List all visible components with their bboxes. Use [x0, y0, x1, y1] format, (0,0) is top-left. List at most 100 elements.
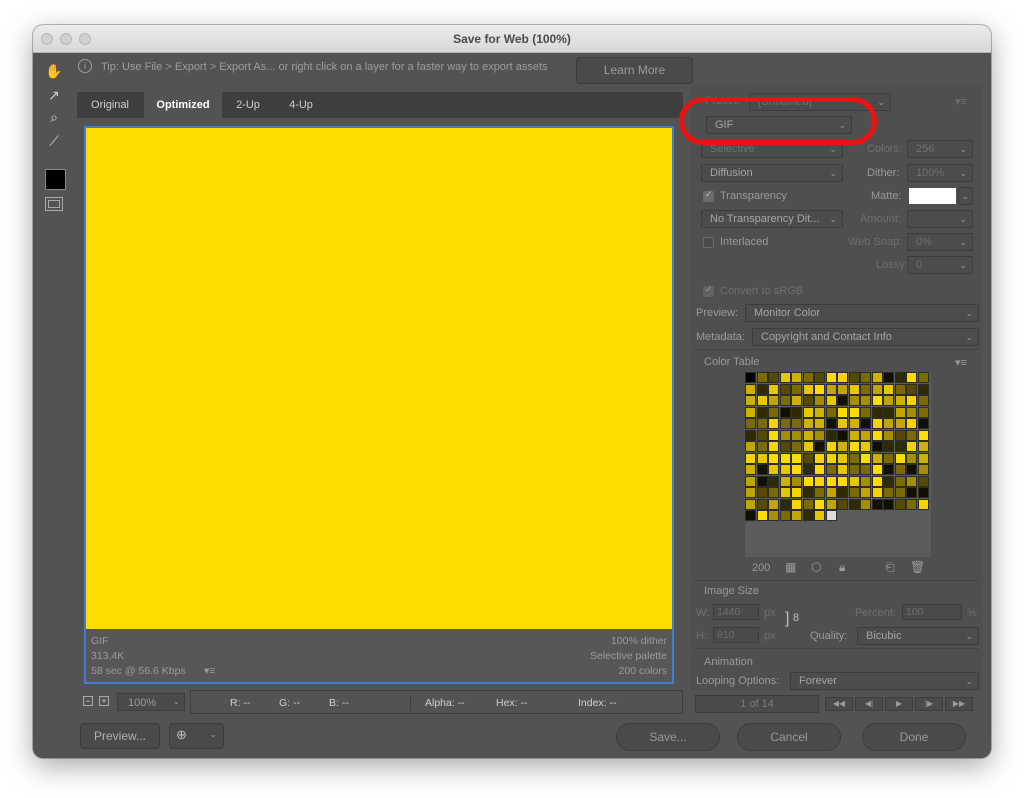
color-swatch[interactable]	[848, 395, 860, 406]
color-swatch[interactable]	[906, 418, 917, 429]
color-swatch[interactable]	[906, 383, 917, 395]
color-swatch[interactable]	[906, 464, 917, 475]
color-swatch[interactable]	[768, 452, 779, 464]
color-swatch[interactable]	[917, 441, 929, 452]
color-swatch[interactable]	[745, 498, 756, 510]
color-swatch[interactable]	[768, 441, 779, 452]
color-swatch[interactable]	[917, 452, 929, 464]
color-swatch[interactable]	[802, 406, 814, 418]
color-swatch[interactable]	[906, 429, 917, 441]
color-swatch[interactable]	[883, 395, 894, 406]
color-swatch[interactable]	[768, 395, 779, 406]
color-swatch[interactable]	[791, 464, 802, 475]
color-swatch[interactable]	[814, 464, 825, 475]
first-frame-icon[interactable]: ◀◀	[825, 697, 853, 711]
color-swatch[interactable]	[894, 452, 906, 464]
color-swatch[interactable]	[837, 498, 848, 510]
color-swatch[interactable]	[779, 441, 791, 452]
color-swatch[interactable]	[814, 395, 825, 406]
color-swatch[interactable]	[745, 441, 756, 452]
color-swatch[interactable]	[814, 510, 825, 521]
color-swatch[interactable]	[917, 406, 929, 418]
tab-optimized[interactable]: Optimized	[144, 92, 222, 118]
color-swatch[interactable]	[814, 487, 825, 498]
color-swatch[interactable]	[917, 487, 929, 498]
color-swatch[interactable]	[837, 441, 848, 452]
chain-link-icon[interactable]: 8	[793, 612, 799, 624]
color-swatch[interactable]	[802, 429, 814, 441]
color-swatch[interactable]	[883, 487, 894, 498]
color-swatch[interactable]	[917, 429, 929, 441]
color-swatch[interactable]	[871, 487, 883, 498]
lossy-select[interactable]: 0 ⌄	[907, 256, 973, 274]
color-swatch[interactable]	[894, 406, 906, 418]
color-swatch[interactable]	[860, 429, 871, 441]
color-swatch[interactable]	[779, 510, 791, 521]
color-swatch[interactable]	[825, 383, 837, 395]
color-swatch[interactable]	[802, 464, 814, 475]
dither-algorithm-select[interactable]: Diffusion ⌄	[701, 164, 843, 182]
eyedropper-tool-icon[interactable]: ⟋	[43, 131, 65, 151]
color-swatch[interactable]	[745, 418, 756, 429]
color-swatch[interactable]	[837, 383, 848, 395]
tab-4-up[interactable]: 4-Up	[274, 92, 328, 118]
color-swatch[interactable]	[779, 418, 791, 429]
zoom-out-icon[interactable]: −	[83, 696, 93, 706]
color-swatch[interactable]	[791, 372, 802, 383]
color-swatch[interactable]	[906, 395, 917, 406]
color-swatch[interactable]	[779, 464, 791, 475]
color-swatch[interactable]	[825, 487, 837, 498]
color-swatch[interactable]	[860, 475, 871, 487]
color-swatch[interactable]	[756, 510, 768, 521]
color-swatch[interactable]	[802, 510, 814, 521]
amount-select[interactable]: ⌄	[907, 210, 973, 228]
color-swatch[interactable]	[814, 498, 825, 510]
color-swatch[interactable]	[871, 441, 883, 452]
color-swatch[interactable]	[779, 487, 791, 498]
color-swatch[interactable]	[825, 418, 837, 429]
color-swatch[interactable]	[814, 452, 825, 464]
color-swatch[interactable]	[894, 383, 906, 395]
color-swatch[interactable]	[883, 406, 894, 418]
color-swatch[interactable]	[894, 441, 906, 452]
color-swatch[interactable]	[848, 441, 860, 452]
color-swatch[interactable]	[848, 429, 860, 441]
color-swatch[interactable]	[906, 441, 917, 452]
color-swatch[interactable]	[871, 383, 883, 395]
preview-color-select[interactable]: Monitor Color ⌄	[745, 304, 979, 322]
color-table-menu-icon[interactable]: ▾≡	[955, 356, 967, 369]
color-swatch[interactable]	[802, 452, 814, 464]
color-swatch[interactable]	[814, 418, 825, 429]
color-swatch[interactable]	[814, 429, 825, 441]
color-swatch[interactable]	[745, 487, 756, 498]
color-swatch[interactable]	[802, 418, 814, 429]
color-swatch[interactable]	[825, 475, 837, 487]
color-swatch[interactable]	[779, 372, 791, 383]
color-swatch[interactable]	[745, 510, 756, 521]
color-swatch[interactable]	[802, 498, 814, 510]
color-swatch[interactable]	[871, 498, 883, 510]
color-swatch[interactable]	[745, 406, 756, 418]
dither-amount-select[interactable]: 100% ⌄	[907, 164, 973, 182]
color-swatch[interactable]	[894, 395, 906, 406]
color-swatch[interactable]	[768, 475, 779, 487]
color-swatch[interactable]	[825, 498, 837, 510]
color-swatch[interactable]	[837, 406, 848, 418]
color-swatch[interactable]	[906, 452, 917, 464]
color-swatch[interactable]	[825, 464, 837, 475]
color-swatch[interactable]	[837, 475, 848, 487]
color-swatch[interactable]	[837, 372, 848, 383]
color-swatch[interactable]	[756, 383, 768, 395]
color-swatch[interactable]	[768, 418, 779, 429]
color-swatch[interactable]	[745, 395, 756, 406]
color-swatch[interactable]	[768, 372, 779, 383]
color-swatch[interactable]	[791, 475, 802, 487]
zoom-select[interactable]: 100% ⌄	[117, 693, 185, 711]
color-swatch[interactable]	[917, 395, 929, 406]
map-to-transparent-icon[interactable]: ▦	[785, 560, 796, 574]
color-swatch[interactable]	[802, 383, 814, 395]
percent-input[interactable]: 100	[902, 604, 962, 620]
color-swatch[interactable]	[791, 487, 802, 498]
color-swatch[interactable]	[883, 498, 894, 510]
color-swatch[interactable]	[768, 487, 779, 498]
